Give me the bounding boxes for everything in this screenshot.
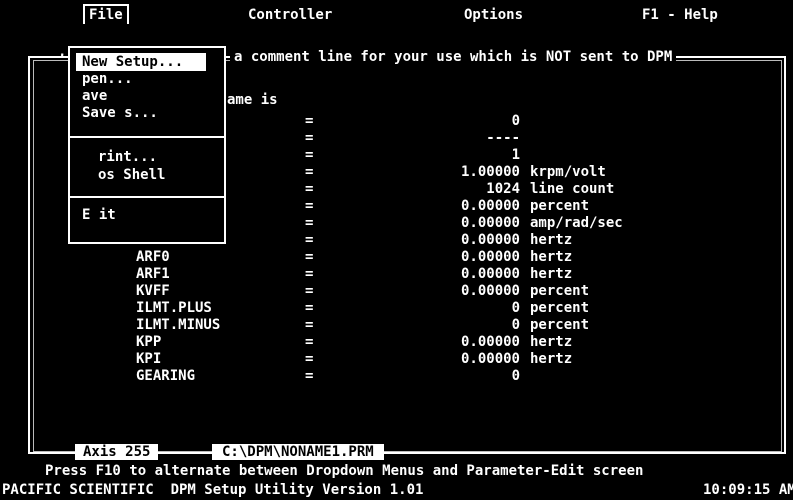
param-equals: = [305, 317, 314, 333]
menu-item-save[interactable]: ave [82, 87, 107, 105]
param-name: ILMT.MINUS [136, 317, 221, 333]
param-value[interactable]: 1024 [410, 181, 520, 197]
param-value[interactable]: 0.00000 [410, 215, 520, 231]
param-unit: hertz [530, 232, 573, 248]
param-value[interactable]: 0.00000 [410, 351, 520, 367]
menu-item-dos-shell[interactable]: os Shell [98, 166, 165, 184]
param-value[interactable]: ---- [410, 130, 520, 146]
param-unit: percent [530, 317, 590, 333]
param-value[interactable]: 0.00000 [410, 334, 520, 350]
param-value[interactable]: 1.00000 [410, 164, 520, 180]
param-name: KVFF [136, 283, 170, 299]
param-equals: = [305, 215, 314, 231]
param-unit: percent [530, 300, 590, 316]
param-unit: hertz [530, 334, 573, 350]
menu-item-save-as[interactable]: Save s... [82, 104, 158, 122]
param-unit: line count [530, 181, 615, 197]
param-equals: = [305, 147, 314, 163]
param-unit: hertz [530, 266, 573, 282]
menu-bar: File Controller Options F1 - Help [0, 0, 793, 28]
param-name: KPP [136, 334, 162, 350]
menu-item-print[interactable]: rint... [98, 148, 157, 166]
param-value[interactable]: 0.00000 [410, 198, 520, 214]
clock: 10:09:15 AM [703, 482, 793, 498]
file-path-status: C:\DPM\NONAME1.PRM [212, 444, 384, 460]
menu-controller[interactable]: Controller [244, 6, 336, 24]
param-equals: = [305, 334, 314, 350]
menu-separator [70, 196, 224, 198]
param-unit: amp/rad/sec [530, 215, 623, 231]
menu-item-open[interactable]: pen... [82, 70, 133, 88]
param-unit: hertz [530, 351, 573, 367]
header-comma: , [58, 44, 67, 60]
param-name: GEARING [136, 368, 196, 384]
menu-options[interactable]: Options [460, 6, 527, 24]
param-name: ILMT.PLUS [136, 300, 212, 316]
menu-file[interactable]: File [83, 4, 129, 24]
file-dropdown-menu: New Setup... pen... ave Save s... rint..… [68, 46, 226, 244]
param-value[interactable]: 0 [410, 113, 520, 129]
param-value[interactable]: 0 [410, 368, 520, 384]
param-equals: = [305, 351, 314, 367]
param-name: ARF0 [136, 249, 170, 265]
param-unit: percent [530, 283, 590, 299]
hint-line: Press F10 to alternate between Dropdown … [45, 463, 644, 479]
param-equals: = [305, 368, 314, 384]
param-name: KPI [136, 351, 162, 367]
param-unit: hertz [530, 249, 573, 265]
param-equals: = [305, 130, 314, 146]
param-equals: = [305, 266, 314, 282]
param-equals: = [305, 300, 314, 316]
param-value[interactable]: 0.00000 [410, 266, 520, 282]
param-value[interactable]: 1 [410, 147, 520, 163]
param-equals: = [305, 283, 314, 299]
menu-item-new-setup[interactable]: New Setup... [76, 53, 206, 71]
param-unit: krpm/volt [530, 164, 606, 180]
param-unit: percent [530, 198, 590, 214]
app-title: PACIFIC SCIENTIFIC DPM Setup Utility Ver… [2, 482, 424, 498]
param-equals: = [305, 113, 314, 129]
param-value[interactable]: 0 [410, 300, 520, 316]
param-value[interactable]: 0 [410, 317, 520, 333]
menu-separator [70, 136, 224, 138]
param-value[interactable]: 0.00000 [410, 283, 520, 299]
param-equals: = [305, 198, 314, 214]
name-line: ame is [227, 92, 278, 108]
menu-help[interactable]: F1 - Help [638, 6, 722, 24]
param-value[interactable]: 0.00000 [410, 232, 520, 248]
param-value[interactable]: 0.00000 [410, 249, 520, 265]
comment-line[interactable]: a comment line for your use which is NOT… [230, 48, 677, 66]
axis-status: Axis 255 [75, 444, 159, 460]
menu-item-exit[interactable]: E it [82, 206, 116, 224]
param-equals: = [305, 232, 314, 248]
param-equals: = [305, 249, 314, 265]
param-name: ARF1 [136, 266, 170, 282]
param-equals: = [305, 181, 314, 197]
param-equals: = [305, 164, 314, 180]
